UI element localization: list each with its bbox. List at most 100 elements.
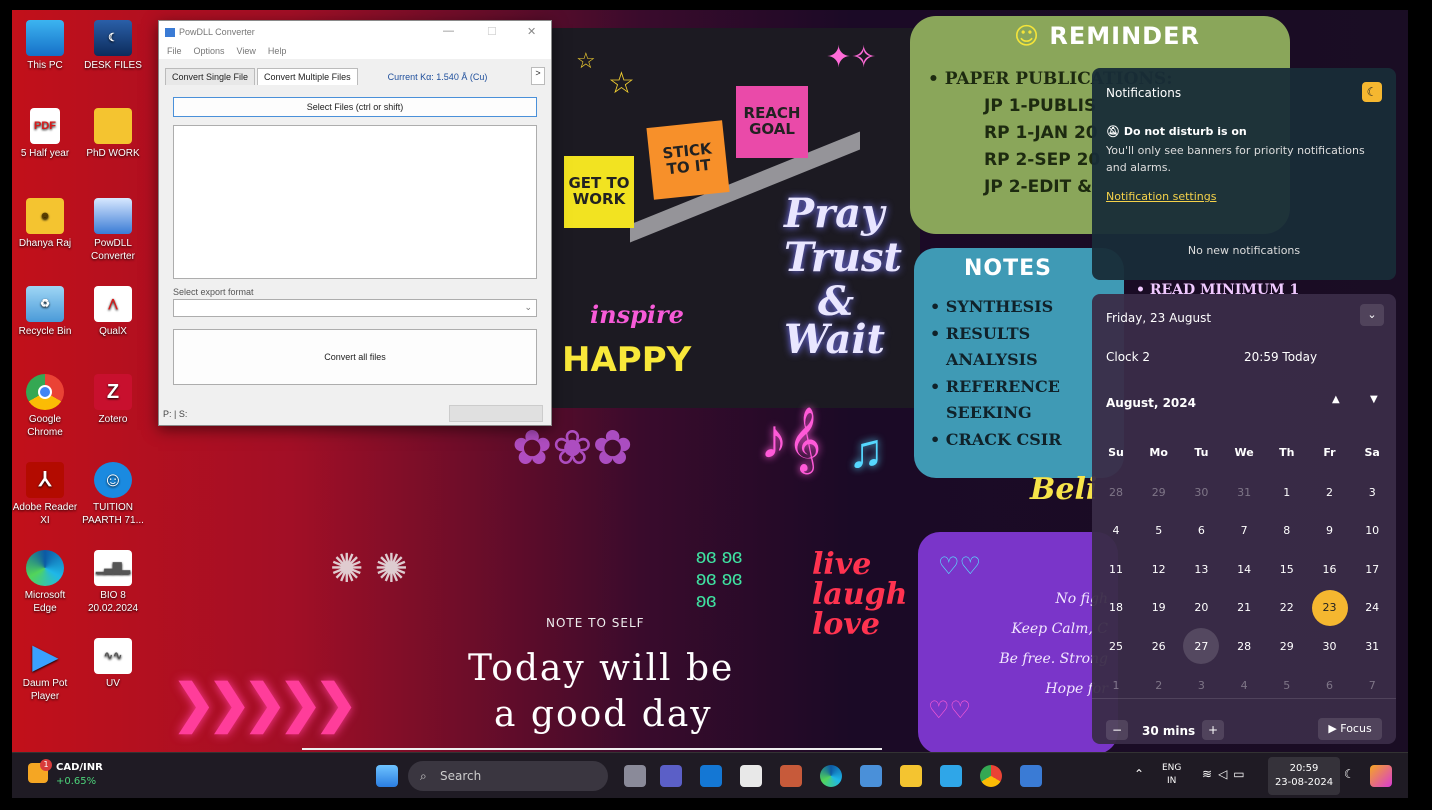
calendar-day[interactable]: 24 <box>1354 590 1390 626</box>
desktop-icon-bio8[interactable]: ▁▃▇▂ BIO 8 20.02.2024 <box>80 550 146 615</box>
file-explorer-icon[interactable] <box>900 765 922 787</box>
app-taskbar-icon[interactable] <box>860 765 882 787</box>
calendar-month[interactable]: August, 2024 <box>1106 396 1196 410</box>
collapse-chevron-icon[interactable]: ⌄ <box>1360 304 1384 326</box>
focus-plus-button[interactable]: + <box>1202 720 1224 740</box>
calendar-day[interactable]: 13 <box>1183 551 1219 587</box>
paint-icon[interactable] <box>780 765 802 787</box>
tab-convert-multiple[interactable]: Convert Multiple Files <box>257 68 358 85</box>
widget-title[interactable]: CAD/INR <box>56 762 103 773</box>
calendar-day[interactable]: 31 <box>1226 474 1262 510</box>
teams-icon[interactable] <box>660 765 682 787</box>
edge-taskbar-icon[interactable] <box>820 765 842 787</box>
notification-settings-link[interactable]: Notification settings <box>1106 190 1216 203</box>
powdll-taskbar-icon[interactable] <box>1020 765 1042 787</box>
calendar-day[interactable]: 3 <box>1354 474 1390 510</box>
calendar-day[interactable]: 25 <box>1098 628 1134 664</box>
task-view-icon[interactable] <box>624 765 646 787</box>
do-not-disturb-toggle-icon[interactable]: ☾ <box>1362 82 1382 102</box>
dnd-title: 🔕︎ Do not disturb is on <box>1106 125 1247 138</box>
calendar-day[interactable]: 7 <box>1226 513 1262 549</box>
calendar-day[interactable]: 10 <box>1354 513 1390 549</box>
menu-help[interactable]: Help <box>268 46 287 56</box>
menu-options[interactable]: Options <box>194 46 225 56</box>
desktop-icon-powdll-converter[interactable]: PowDLL Converter <box>80 198 146 263</box>
calendar-day[interactable]: 26 <box>1141 628 1177 664</box>
desktop-icon-dhanya-raj[interactable]: ☻ Dhanya Raj <box>12 198 78 250</box>
calendar-day[interactable]: 11 <box>1098 551 1134 587</box>
desktop-icon-tuition[interactable]: ☺ TUITION PAARTH 71... <box>80 462 146 527</box>
file-list-box[interactable] <box>173 125 537 279</box>
previous-month-icon[interactable]: ▲ <box>1332 394 1340 405</box>
calendar-day[interactable]: 31 <box>1354 628 1390 664</box>
desktop-icon-adobe-reader[interactable]: ⅄ Adobe Reader XI <box>12 462 78 527</box>
tab-scroll-arrow[interactable]: > <box>531 67 545 85</box>
calendar-day[interactable]: 14 <box>1226 551 1262 587</box>
desktop-icon-phd-work[interactable]: PhD WORK <box>80 108 146 160</box>
telegram-icon[interactable] <box>940 765 962 787</box>
calendar-day[interactable]: 9 <box>1312 513 1348 549</box>
calendar-day-today[interactable]: 23 <box>1311 589 1348 626</box>
desktop-icon-daum-pot-player[interactable]: ▶ Daum Pot Player <box>12 638 78 703</box>
desktop-icon-zotero[interactable]: Z Zotero <box>80 374 146 426</box>
currency-widget-icon[interactable]: 1 <box>28 759 52 783</box>
calendar-day[interactable]: 19 <box>1141 590 1177 626</box>
convert-all-button[interactable]: Convert all files <box>173 329 537 385</box>
calendar-day[interactable]: 16 <box>1312 551 1348 587</box>
calendar-day[interactable]: 30 <box>1183 474 1219 510</box>
calendar-day[interactable]: 28 <box>1226 628 1262 664</box>
show-hidden-icons-chevron-icon[interactable]: ⌃ <box>1134 767 1144 781</box>
system-tray-icons[interactable]: ≋◁▭ <box>1202 767 1251 781</box>
select-files-button[interactable]: Select Files (ctrl or shift) <box>173 97 537 117</box>
taskbar: 1 CAD/INR +0.65% ⌕ Search ⌃ ENG IN ≋◁▭ 2… <box>12 752 1408 798</box>
desktop-icon-5-half-year[interactable]: PDF 5 Half year <box>12 108 78 160</box>
copilot-icon[interactable] <box>1370 765 1392 787</box>
focus-button[interactable]: ▶ Focus <box>1318 718 1382 740</box>
calendar-day[interactable]: 18 <box>1098 590 1134 626</box>
calendar-day[interactable]: 28 <box>1098 474 1134 510</box>
taskbar-search-box[interactable]: ⌕ Search <box>408 761 608 791</box>
calendar-day[interactable]: 5 <box>1141 513 1177 549</box>
calendar-day[interactable]: 6 <box>1183 513 1219 549</box>
monitor-icon <box>26 20 64 56</box>
calendar-day[interactable]: 27 <box>1183 628 1220 665</box>
calendar-day[interactable]: 1 <box>1269 474 1305 510</box>
next-month-icon[interactable]: ▼ <box>1370 394 1378 405</box>
chrome-taskbar-icon[interactable] <box>980 765 1002 787</box>
start-windows-icon[interactable] <box>376 765 398 787</box>
calendar-day[interactable]: 21 <box>1226 590 1262 626</box>
desktop-icon-google-chrome[interactable]: Google Chrome <box>12 374 78 439</box>
notepad-icon[interactable] <box>740 765 762 787</box>
tab-convert-single[interactable]: Convert Single File <box>165 68 256 85</box>
export-format-select[interactable]: ⌄ <box>173 299 537 317</box>
desktop-icon-microsoft-edge[interactable]: Microsoft Edge <box>12 550 78 615</box>
calendar-day[interactable]: 8 <box>1269 513 1305 549</box>
desktop-icon-qualx[interactable]: ⋀ QualX <box>80 286 146 338</box>
notification-bell-icon[interactable]: ☾ <box>1344 767 1355 781</box>
calendar-day[interactable]: 29 <box>1141 474 1177 510</box>
menu-file[interactable]: File <box>167 46 182 56</box>
language-indicator[interactable]: ENG IN <box>1162 762 1181 788</box>
calendar-day[interactable]: 12 <box>1141 551 1177 587</box>
desktop-icon-uv[interactable]: ∿∿ UV <box>80 638 146 690</box>
close-icon[interactable]: ✕ <box>527 25 536 38</box>
calendar-day[interactable]: 30 <box>1312 628 1348 664</box>
calendar-day[interactable]: 20 <box>1183 590 1219 626</box>
desktop-icon-recycle-bin[interactable]: ♻ Recycle Bin <box>12 286 78 338</box>
outlook-icon[interactable] <box>700 765 722 787</box>
calendar-day[interactable]: 4 <box>1098 513 1134 549</box>
window-titlebar[interactable]: PowDLL Converter — ☐ ✕ <box>159 21 551 43</box>
powdll-window[interactable]: PowDLL Converter — ☐ ✕ File Options View… <box>158 20 552 426</box>
clock-button[interactable]: 20:59 23-08-2024 <box>1268 757 1340 795</box>
calendar-day[interactable]: 17 <box>1354 551 1390 587</box>
calendar-day[interactable]: 29 <box>1269 628 1305 664</box>
focus-minus-button[interactable]: − <box>1106 720 1128 740</box>
minimize-icon[interactable]: — <box>443 25 454 37</box>
desktop-icon-this-pc[interactable]: This PC <box>12 20 78 72</box>
menu-view[interactable]: View <box>237 46 256 56</box>
calendar-day[interactable]: 22 <box>1269 590 1305 626</box>
calendar-day[interactable]: 2 <box>1312 474 1348 510</box>
maximize-icon[interactable]: ☐ <box>487 25 497 38</box>
desktop-icon-desk-files[interactable]: ☾ DESK FILES <box>80 20 146 72</box>
calendar-day[interactable]: 15 <box>1269 551 1305 587</box>
